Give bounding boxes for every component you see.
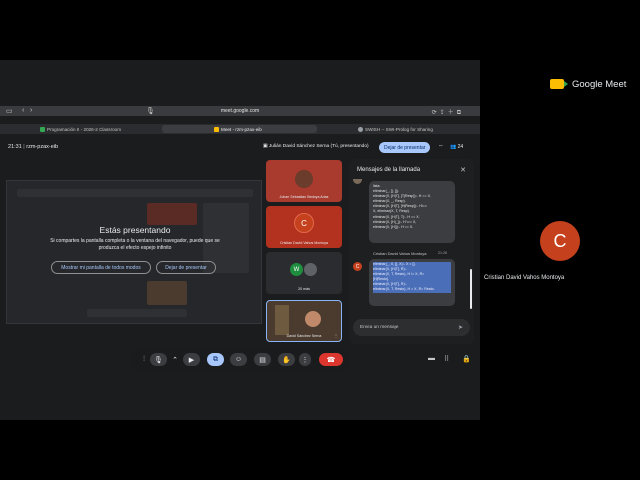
back-icon[interactable]: ‹	[22, 107, 24, 114]
presenting-label: ▣ Julián David Sánchez Serna (Tú, presen…	[263, 144, 369, 149]
address-bar[interactable]: meet.google.com	[200, 108, 280, 114]
close-icon[interactable]: ✕	[460, 166, 466, 174]
participant-tile[interactable]: W 20 más	[266, 252, 342, 294]
send-icon[interactable]: ➤	[458, 324, 463, 331]
side-participant-avatar: C	[540, 221, 580, 261]
chat-title: Mensajes de la llamada	[357, 167, 421, 173]
raise-hand-icon[interactable]: ✋	[278, 353, 295, 366]
microphone-icon[interactable]: 🎙	[146, 107, 155, 115]
meet-favicon-icon	[214, 126, 219, 132]
present-icon: ▣	[263, 144, 268, 149]
people-count[interactable]: 👥 24	[450, 144, 463, 150]
tab-swish[interactable]: SWISH -- SWI-Prolog for Sharing	[354, 125, 437, 133]
participant-name: Cristian David Vahos Montoya	[279, 241, 329, 245]
people-icon: 👥	[450, 144, 457, 150]
mirror-effect	[87, 309, 187, 317]
sender-name: Cristian David Vahos Montoya	[373, 251, 427, 256]
tab-label: Meet - rzm-pzax-eib	[221, 126, 262, 132]
show-screen-anyway-button[interactable]: Mostrar mi pantalla de todos modos	[51, 261, 151, 274]
message-time: 21:26	[438, 251, 447, 255]
presenting-title: Estás presentando	[99, 225, 171, 235]
shared-screen: ▭ ‹ › 🎙 meet.google.com ⟳⇪＋⧉ Programació…	[0, 60, 480, 420]
tab-label: SWISH -- SWI-Prolog for Sharing	[365, 126, 433, 132]
activities-icon[interactable]: ⠿	[444, 355, 449, 363]
chat-message: lista: eliminar(_, [], []). eliminar(X, …	[369, 181, 455, 243]
participant-photo	[304, 263, 317, 276]
camera-icon[interactable]: ▶	[183, 353, 200, 366]
participant-name: David Sánchez Serna	[286, 334, 322, 338]
more-options-icon[interactable]: ⋮	[334, 333, 338, 338]
participant-tile[interactable]: Johan Sebastian Bedoya Arias	[266, 160, 342, 202]
mirror-effect	[147, 281, 187, 305]
presenting-description: Si compartes la pantalla completa o la v…	[50, 238, 220, 251]
tab-label: Programación II - 2026-2 Classroom	[47, 126, 122, 132]
present-screen-icon[interactable]: ⧉	[207, 353, 224, 366]
google-meet-logo: Google Meet	[550, 77, 626, 91]
emoji-icon[interactable]: ☺	[230, 353, 247, 366]
tab-classroom[interactable]: Programación II - 2026-2 Classroom	[36, 125, 125, 133]
presenting-panel: Estás presentando Si compartes la pantal…	[6, 180, 262, 324]
sender-avatar: C	[353, 262, 362, 271]
meeting-code: rzm-pzax-eib	[26, 144, 59, 150]
participant-photo	[295, 170, 313, 188]
layout-icon[interactable]: ⇔	[438, 143, 444, 149]
microphone-icon[interactable]: 🎙	[150, 353, 167, 366]
participant-avatar: C	[294, 213, 314, 233]
participant-name: Johan Sebastian Bedoya Arias	[279, 195, 329, 199]
sidebar-toggle-icon[interactable]: ▭	[6, 107, 13, 115]
call-controls: ⫶ 🎙 ⌃ ▶ ⧉ ☺ ▤ ✋ ⋮ ☎	[133, 349, 347, 371]
meet-logo-text: Google Meet	[572, 78, 627, 90]
side-participant-name: Cristian David Vahos Montoya	[484, 275, 565, 281]
host-controls-icon[interactable]: 🔒	[462, 355, 471, 363]
mirror-effect	[17, 189, 253, 197]
stop-presenting-button[interactable]: Dejar de presentar	[379, 142, 431, 153]
browser-action-icons[interactable]: ⟳⇪＋⧉	[432, 107, 464, 117]
participant-name: 20 más	[298, 287, 310, 291]
chat-icon[interactable]: ▬	[428, 355, 435, 362]
mirror-effect	[147, 203, 197, 225]
tab-meet[interactable]: Meet - rzm-pzax-eib	[162, 125, 317, 133]
chat-message: eliminar(_, X, [], X):- X = []. eliminar…	[369, 259, 455, 306]
meet-header: 21:31 | rzm-pzax-eib ▣ Julián David Sánc…	[0, 140, 480, 156]
more-options-icon[interactable]: ⋮	[299, 353, 311, 366]
chat-scrollbar[interactable]	[470, 269, 472, 309]
meeting-time: 21:31	[8, 144, 22, 150]
browser-toolbar: ▭ ‹ › 🎙 meet.google.com ⟳⇪＋⧉	[0, 106, 480, 116]
participant-avatar: W	[290, 263, 303, 276]
meeting-info: 21:31 | rzm-pzax-eib	[8, 144, 59, 150]
stop-presenting-panel-button[interactable]: Dejar de presentar	[156, 261, 216, 274]
previous-sender-avatar	[353, 179, 362, 184]
participant-tile[interactable]: C Cristian David Vahos Montoya	[266, 206, 342, 248]
forward-icon[interactable]: ›	[30, 107, 32, 114]
classroom-favicon-icon	[40, 126, 45, 132]
tab-strip: Programación II - 2026-2 Classroom Meet …	[0, 124, 480, 134]
self-tile[interactable]: David Sánchez Serna ⋮	[266, 300, 342, 342]
swish-favicon-icon	[358, 126, 363, 132]
chevron-up-icon[interactable]: ⌃	[170, 353, 180, 366]
background-shelf	[275, 305, 289, 335]
participant-photo	[305, 311, 321, 327]
chat-message-input[interactable]	[353, 319, 470, 336]
chat-panel: Mensajes de la llamada ✕ lista: eliminar…	[349, 159, 474, 344]
audio-levels-icon[interactable]: ⫶	[139, 353, 149, 366]
captions-icon[interactable]: ▤	[254, 353, 271, 366]
hang-up-icon[interactable]: ☎	[319, 353, 343, 366]
meet-camera-icon	[550, 79, 568, 89]
